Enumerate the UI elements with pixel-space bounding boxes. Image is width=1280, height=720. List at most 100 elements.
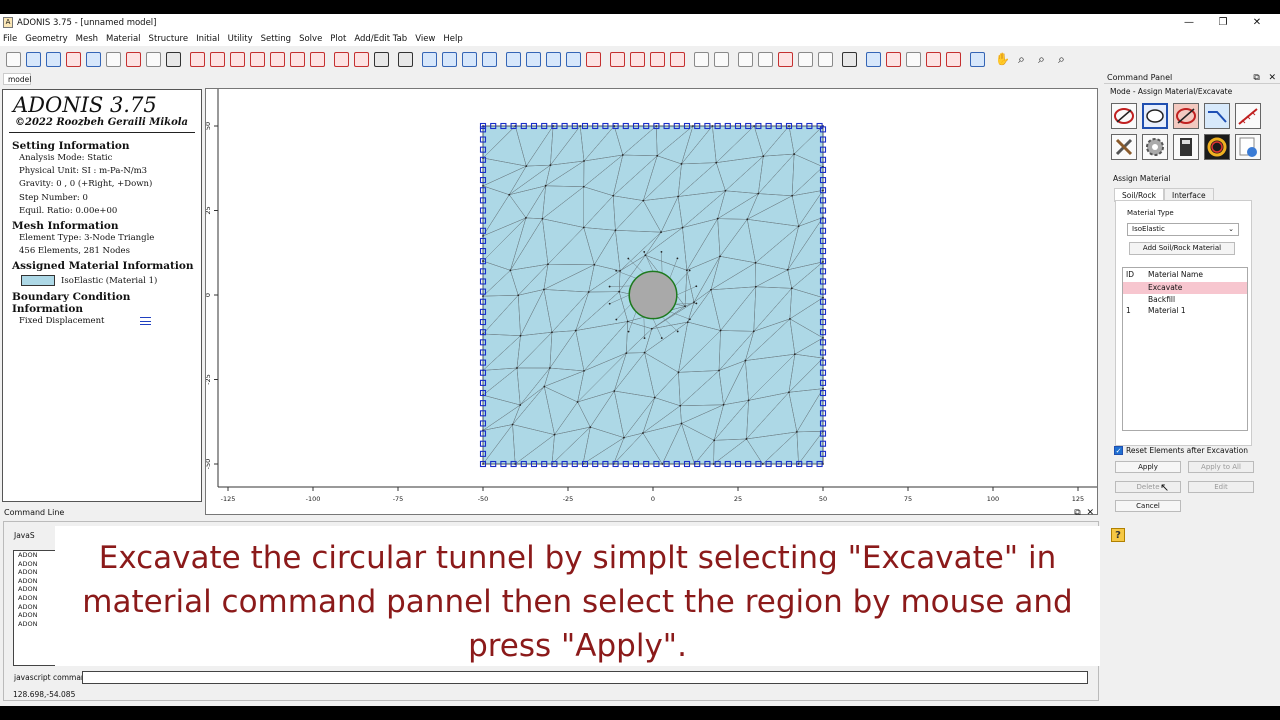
- menu-file[interactable]: File: [3, 34, 17, 44]
- reset-elements-option[interactable]: ✓ Reset Elements after Excavation: [1114, 446, 1248, 455]
- material-row-backfill[interactable]: Backfill: [1123, 294, 1247, 306]
- rings-icon[interactable]: [906, 51, 921, 67]
- help-icon[interactable]: ?: [1111, 528, 1125, 542]
- menu-help[interactable]: Help: [443, 34, 462, 44]
- box-3d-icon[interactable]: [106, 51, 121, 67]
- export-settings-icon[interactable]: [1235, 134, 1261, 160]
- pan-hand-icon[interactable]: ✋: [994, 52, 1010, 67]
- material-row-material-1[interactable]: 1 Material 1: [1123, 305, 1247, 317]
- calculator-icon[interactable]: [842, 51, 857, 67]
- new-file-icon[interactable]: [6, 51, 21, 67]
- export-image-icon[interactable]: [970, 51, 985, 67]
- model-canvas[interactable]: -125 -100 -75 -50 -25 0 25 50 75 100 125 50 25 0 -25 -5…: [205, 88, 1098, 515]
- delete-geometry-icon[interactable]: [310, 51, 325, 67]
- text-icon[interactable]: [818, 51, 833, 67]
- contour-icon[interactable]: [778, 51, 793, 67]
- fault-icon[interactable]: [1235, 103, 1261, 129]
- bc-free-icon[interactable]: [482, 51, 497, 67]
- reset-elements-label: Reset Elements after Excavation: [1126, 446, 1248, 455]
- float-panel-icon[interactable]: ⧉: [1253, 73, 1259, 83]
- query-icon[interactable]: [374, 51, 389, 67]
- info-zone-icon[interactable]: [546, 51, 561, 67]
- assign-material-icon[interactable]: [1173, 103, 1199, 129]
- load-icon[interactable]: [610, 51, 625, 67]
- close-cmd-icon[interactable]: ✕: [1086, 508, 1094, 518]
- menu-solve[interactable]: Solve: [299, 34, 322, 44]
- float-cmd-icon[interactable]: ⧉: [1074, 508, 1080, 518]
- menu-view[interactable]: View: [415, 34, 435, 44]
- menu-utility[interactable]: Utility: [228, 34, 253, 44]
- bc-pin-icon[interactable]: [462, 51, 477, 67]
- close-button[interactable]: ✕: [1240, 14, 1274, 31]
- copy-icon[interactable]: [146, 51, 161, 67]
- menu-structure[interactable]: Structure: [149, 34, 189, 44]
- menu-material[interactable]: Material: [106, 34, 141, 44]
- table-icon[interactable]: [694, 51, 709, 67]
- circle-tool-icon[interactable]: [230, 51, 245, 67]
- col-id: ID: [1126, 270, 1134, 279]
- line-load-icon[interactable]: [670, 51, 685, 67]
- ring-icon[interactable]: [1204, 134, 1230, 160]
- line-tool-icon[interactable]: [190, 51, 205, 67]
- zoom-out-icon[interactable]: ⌕: [1054, 52, 1069, 67]
- spline-tool-icon[interactable]: [290, 51, 305, 67]
- chart-icon[interactable]: [714, 51, 729, 67]
- polyline-tool-icon[interactable]: [270, 51, 285, 67]
- reset-elements-checkbox[interactable]: ✓: [1114, 446, 1123, 455]
- point-load-icon[interactable]: [650, 51, 665, 67]
- cancel-button[interactable]: Cancel: [1115, 500, 1181, 512]
- save-icon[interactable]: [46, 51, 61, 67]
- mesh-check-icon[interactable]: [334, 51, 349, 67]
- zoom-in-icon[interactable]: ⌕: [1034, 52, 1049, 67]
- assign-region-icon[interactable]: [1111, 103, 1137, 129]
- zoom-icon[interactable]: ⌕: [1014, 52, 1029, 67]
- bc-fixed-icon[interactable]: [422, 51, 437, 67]
- tab-model[interactable]: model: [3, 73, 31, 85]
- info-boundary-icon[interactable]: [566, 51, 581, 67]
- js-command-input[interactable]: [82, 671, 1088, 684]
- close-panel-icon[interactable]: ✕: [1268, 73, 1276, 83]
- menu-add-edit-tab[interactable]: Add/Edit Tab: [354, 34, 407, 44]
- help-book-icon[interactable]: [946, 51, 961, 67]
- plot-settings-icon[interactable]: [758, 51, 773, 67]
- apply-to-all-button[interactable]: Apply to All: [1188, 461, 1254, 473]
- bc-roller-icon[interactable]: [442, 51, 457, 67]
- mesh-plot[interactable]: -125 -100 -75 -50 -25 0 25 50 75 100 125 50 25 0 -25 -5…: [206, 89, 1097, 514]
- color-map-icon[interactable]: [866, 51, 881, 67]
- line-chart-icon[interactable]: [926, 51, 941, 67]
- minimize-button[interactable]: —: [1172, 14, 1206, 31]
- info-node-icon[interactable]: [506, 51, 521, 67]
- menu-initial[interactable]: Initial: [196, 34, 220, 44]
- open-file-icon[interactable]: [26, 51, 41, 67]
- menu-setting[interactable]: Setting: [261, 34, 291, 44]
- menu-geometry[interactable]: Geometry: [25, 34, 67, 44]
- history-icon[interactable]: [738, 51, 753, 67]
- add-material-button[interactable]: Add Soil/Rock Material: [1129, 242, 1235, 255]
- material-row-excavate[interactable]: Excavate: [1123, 282, 1247, 294]
- rectangle-tool-icon[interactable]: [210, 51, 225, 67]
- material-type-select[interactable]: IsoElastic ⌄: [1127, 223, 1239, 236]
- vector-icon[interactable]: [798, 51, 813, 67]
- print-icon[interactable]: [166, 51, 181, 67]
- arc-tool-icon[interactable]: [250, 51, 265, 67]
- menu-mesh[interactable]: Mesh: [76, 34, 98, 44]
- interface-icon[interactable]: [1204, 103, 1230, 129]
- apply-button[interactable]: Apply: [1115, 461, 1181, 473]
- export-icon[interactable]: [126, 51, 141, 67]
- delete-button[interactable]: Delete: [1115, 481, 1181, 493]
- excavate-region-icon[interactable]: [1142, 103, 1168, 129]
- tools-icon[interactable]: [1111, 134, 1137, 160]
- calculator-icon[interactable]: [1173, 134, 1199, 160]
- edit-button[interactable]: Edit: [1188, 481, 1254, 493]
- material-icon[interactable]: [398, 51, 413, 67]
- import-icon[interactable]: [86, 51, 101, 67]
- info-element-icon[interactable]: [526, 51, 541, 67]
- pressure-icon[interactable]: [630, 51, 645, 67]
- maximize-button[interactable]: ❐: [1206, 14, 1240, 31]
- mesh-region-icon[interactable]: [354, 51, 369, 67]
- gear-icon[interactable]: [1142, 134, 1168, 160]
- pen-icon[interactable]: [886, 51, 901, 67]
- save-as-icon[interactable]: [66, 51, 81, 67]
- remove-bc-icon[interactable]: [586, 51, 601, 67]
- menu-plot[interactable]: Plot: [330, 34, 346, 44]
